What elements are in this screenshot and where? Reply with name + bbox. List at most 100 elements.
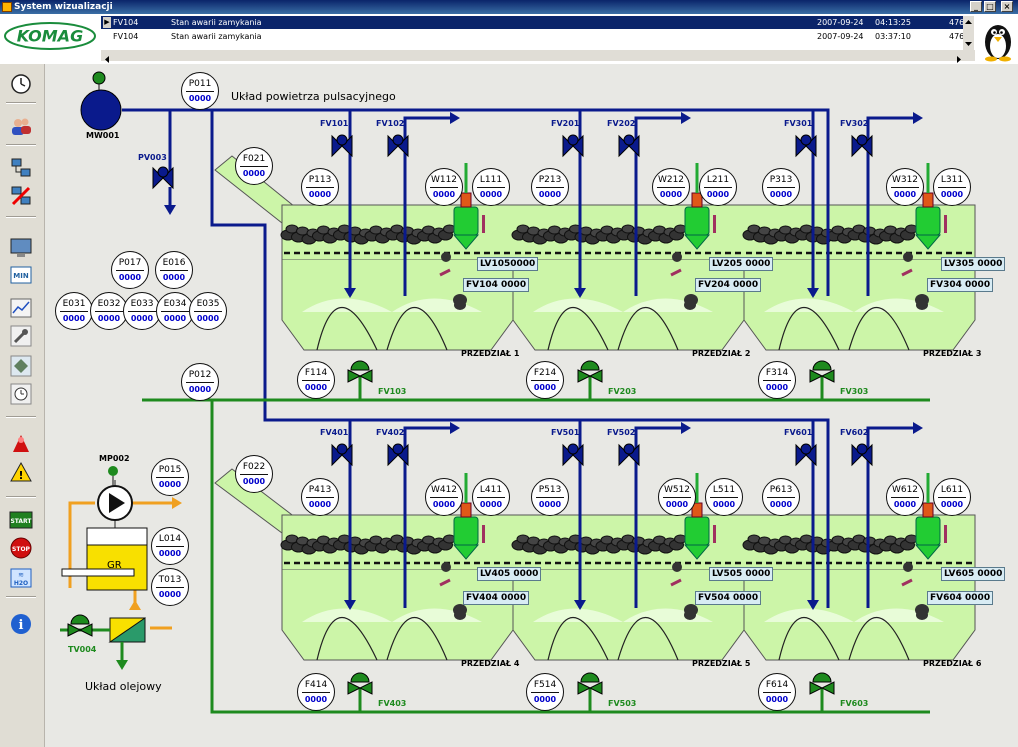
gauge-label: P613 [769, 485, 793, 495]
tank-label: GR [107, 560, 122, 571]
alarm-red-button[interactable] [9, 432, 33, 456]
gauge-separator [767, 497, 795, 498]
gauge-f614[interactable]: F614 0000 [758, 673, 796, 711]
tag-fv104[interactable]: FV104 0000 [463, 278, 530, 292]
scroll-arrow-icon [105, 56, 961, 63]
tag-lv405[interactable]: LV405 0000 [477, 567, 542, 581]
tag-lv605[interactable]: LV605 0000 [941, 567, 1006, 581]
users-button[interactable] [9, 114, 33, 138]
gauge-p012[interactable]: P012 0000 [181, 363, 219, 401]
gauge-w412[interactable]: W412 0000 [425, 478, 463, 516]
gauge-p313[interactable]: P313 0000 [762, 168, 800, 206]
maximize-button[interactable]: □ [984, 1, 996, 12]
schedule-button[interactable] [9, 382, 33, 406]
gauge-p017[interactable]: P017 0000 [111, 251, 149, 289]
gauge-f414[interactable]: F414 0000 [297, 673, 335, 711]
gauge-w512[interactable]: W512 0000 [658, 478, 696, 516]
gauge-value: 0000 [706, 190, 730, 199]
clock-button[interactable] [9, 72, 33, 96]
level-indicator [713, 525, 716, 543]
trend-button[interactable] [9, 296, 33, 320]
tag-fv604[interactable]: FV604 0000 [927, 591, 994, 605]
tag-lv505[interactable]: LV505 0000 [709, 567, 774, 581]
water-button[interactable]: ≋ H2O [9, 566, 33, 590]
warning-button[interactable]: ! [9, 460, 33, 484]
gauge-f022[interactable]: F022 0000 [235, 455, 273, 493]
gauge-l014[interactable]: L014 0000 [151, 527, 189, 565]
gauge-w312[interactable]: W312 0000 [886, 168, 924, 206]
alarm-row[interactable]: ▶ FV104 Stan awarii zamykania 2007-09-24… [101, 16, 965, 29]
plant-diagram: PRZEDZIAŁ 1 PRZEDZIAŁ 2 PRZEDZIAŁ 3 PRZEDZI… [60, 71, 982, 714]
sidebar-divider [6, 496, 36, 498]
tag-fv304[interactable]: FV304 0000 [927, 278, 994, 292]
close-button[interactable]: × [1001, 1, 1013, 12]
gauge-e016[interactable]: E016 0000 [155, 251, 193, 289]
info-button[interactable]: i [9, 612, 33, 636]
gauge-f514[interactable]: F514 0000 [526, 673, 564, 711]
tag-fv204[interactable]: FV204 0000 [695, 278, 762, 292]
monitor-button[interactable] [9, 236, 33, 260]
min-button[interactable]: MIN [9, 264, 33, 288]
stop-button[interactable]: STOP [9, 536, 33, 560]
gauge-separator [128, 311, 156, 312]
alarm-tag: FV104 [113, 18, 139, 27]
gauge-e035[interactable]: E035 0000 [189, 292, 227, 330]
gauge-separator [477, 497, 505, 498]
alarm-horizontal-scrollbar[interactable] [101, 50, 975, 63]
gauge-t013[interactable]: T013 0000 [151, 568, 189, 606]
gauge-p613[interactable]: P613 0000 [762, 478, 800, 516]
gauge-f314[interactable]: F314 0000 [758, 361, 796, 399]
gauge-f114[interactable]: F114 0000 [297, 361, 335, 399]
alarm-vertical-scrollbar[interactable] [963, 16, 974, 50]
gauge-w112[interactable]: W112 0000 [425, 168, 463, 206]
alarm-row[interactable]: FV104 Stan awarii zamykania 2007-09-24 0… [101, 30, 965, 43]
gauge-p513[interactable]: P513 0000 [531, 478, 569, 516]
gauge-p015[interactable]: P015 0000 [151, 458, 189, 496]
gauge-l511[interactable]: L511 0000 [705, 478, 743, 516]
alarm-list[interactable]: ▶ FV104 Stan awarii zamykania 2007-09-24… [101, 16, 975, 50]
gauge-e031[interactable]: E031 0000 [55, 292, 93, 330]
gauge-label: E032 [97, 299, 121, 309]
water-icon: ≋H2O [10, 568, 32, 588]
svg-text:START: START [10, 518, 32, 525]
gauge-value: 0000 [659, 190, 683, 199]
logo-text: KOMAG [17, 27, 83, 46]
sidebar-divider [6, 102, 36, 104]
gauge-label: F114 [304, 368, 328, 378]
tag-lv205[interactable]: LV205 0000 [709, 257, 774, 271]
tag-lv105[interactable]: LV1050000 [477, 257, 539, 271]
gauge-p413[interactable]: P413 0000 [301, 478, 339, 516]
network-alarm-button[interactable] [9, 184, 33, 208]
gauge-label: T013 [158, 575, 182, 585]
water-valve-tv004[interactable] [67, 614, 93, 637]
minimize-button[interactable]: _ [970, 1, 982, 12]
blower-mw001[interactable] [80, 89, 122, 131]
gauge-l611[interactable]: L611 0000 [933, 478, 971, 516]
gauge-l111[interactable]: L111 0000 [472, 168, 510, 206]
gauge-p011[interactable]: P011 0000 [181, 72, 219, 110]
gauge-p113[interactable]: P113 0000 [301, 168, 339, 206]
title-bar: System wizualizacji _ □ × [0, 0, 1018, 14]
gauge-f021[interactable]: F021 0000 [235, 147, 273, 185]
gauge-p213[interactable]: P213 0000 [531, 168, 569, 206]
gauge-f214[interactable]: F214 0000 [526, 361, 564, 399]
wrench-button[interactable] [9, 324, 33, 348]
level-indicator [713, 215, 716, 233]
discharge-lump [684, 300, 696, 310]
gauge-w212[interactable]: W212 0000 [652, 168, 690, 206]
gauge-w612[interactable]: W612 0000 [886, 478, 924, 516]
tag-fv404[interactable]: FV404 0000 [463, 591, 530, 605]
gauge-l411[interactable]: L411 0000 [472, 478, 510, 516]
tag-lv305[interactable]: LV305 0000 [941, 257, 1006, 271]
flow-arrow-icon [450, 422, 460, 434]
sidebar-divider [6, 596, 36, 598]
tool-button[interactable] [9, 354, 33, 378]
level-indicator [944, 525, 947, 543]
gauge-separator [531, 692, 559, 693]
tag-fv504[interactable]: FV504 0000 [695, 591, 762, 605]
gauge-l311[interactable]: L311 0000 [933, 168, 971, 206]
gauge-l211[interactable]: L211 0000 [699, 168, 737, 206]
network-button[interactable] [9, 156, 33, 180]
gauge-label: P113 [308, 175, 332, 185]
start-button[interactable]: START [9, 508, 33, 532]
